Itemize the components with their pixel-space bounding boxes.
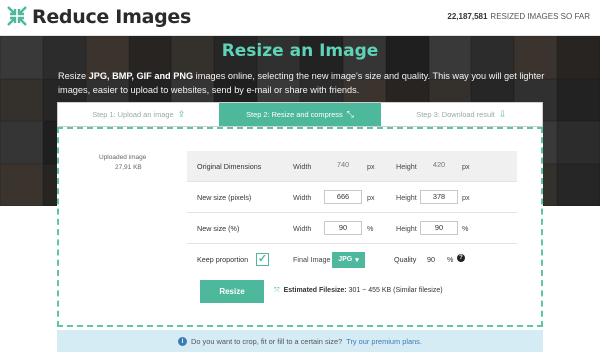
pixels-width-input[interactable]: 666 bbox=[324, 190, 362, 204]
options-row: Keep proportion ✓ Final Image JPG ▾ Quali… bbox=[187, 244, 517, 275]
original-dimensions-label: Original Dimensions bbox=[197, 161, 262, 171]
pixels-height-unit: px bbox=[462, 192, 470, 202]
original-width-value: 740 bbox=[336, 160, 350, 169]
original-width-label: Width bbox=[293, 161, 312, 171]
step-resize[interactable]: Step 2: Resize and compress ⤡ bbox=[219, 103, 381, 126]
counter-label: RESIZED IMAGES SO FAR bbox=[490, 12, 590, 21]
logo-compress-icon[interactable] bbox=[6, 5, 28, 27]
desc-formats: JPG, BMP, GIF and PNG bbox=[88, 71, 194, 81]
quality-unit: % bbox=[447, 255, 454, 264]
percent-width-input[interactable]: 90 bbox=[324, 221, 362, 235]
quality-input[interactable]: 90 bbox=[427, 255, 435, 264]
steps-nav: Step 1: Upload an image ⇪ Step 2: Resize… bbox=[57, 102, 543, 127]
download-icon: ⇩ bbox=[498, 109, 507, 119]
original-height-value: 420 bbox=[432, 160, 446, 169]
premium-plans-link[interactable]: Try our premium plans. bbox=[346, 337, 422, 346]
info-icon: i bbox=[178, 336, 188, 346]
estimated-filesize-value: 301 ~ 455 KB (Similar filesize) bbox=[346, 287, 443, 294]
percent-row: New size (%) Width 90 % Height 90 % bbox=[187, 213, 517, 244]
format-select[interactable]: JPG ▾ bbox=[332, 251, 365, 268]
expand-icon: ⤧ bbox=[274, 287, 280, 294]
percent-width-unit: % bbox=[367, 223, 374, 233]
uploaded-image-size: 27,91 KB bbox=[115, 164, 142, 171]
step-upload[interactable]: Step 1: Upload an image ⇪ bbox=[58, 103, 219, 126]
step-resize-label: Step 2: Resize and compress bbox=[246, 110, 343, 119]
keep-proportion-label: Keep proportion bbox=[197, 255, 249, 264]
step-upload-label: Step 1: Upload an image bbox=[92, 110, 174, 119]
original-width-unit: px bbox=[367, 161, 375, 171]
original-dimensions-row: Original Dimensions Width 740 px Height … bbox=[187, 151, 517, 182]
promo-text: Do you want to crop, fit or fill to a ce… bbox=[191, 336, 343, 346]
percent-height-unit: % bbox=[462, 223, 469, 233]
compress-icon: ⤡ bbox=[346, 109, 354, 119]
pixels-row: New size (pixels) Width 666 px Height 37… bbox=[187, 182, 517, 213]
quality-info-icon[interactable]: ? bbox=[457, 254, 465, 262]
percent-width-label: Width bbox=[293, 223, 312, 233]
pixels-label: New size (pixels) bbox=[197, 192, 252, 202]
counter-value: 22,187,581 bbox=[447, 12, 488, 21]
resize-panel: Uploaded image 27,91 KB Original Dimensi… bbox=[57, 127, 543, 327]
final-image-label: Final Image bbox=[293, 255, 331, 264]
keep-proportion-checkbox[interactable]: ✓ bbox=[256, 253, 269, 266]
uploaded-image-label: Uploaded image bbox=[99, 154, 147, 161]
percent-height-label: Height bbox=[396, 223, 417, 233]
original-height-label: Height bbox=[396, 161, 417, 171]
top-bar: Reduce Images 22,187,581 RESIZED IMAGES S… bbox=[0, 0, 600, 36]
resize-button[interactable]: Resize bbox=[200, 280, 264, 303]
pixels-width-label: Width bbox=[293, 192, 312, 202]
chevron-down-icon: ▾ bbox=[355, 256, 359, 264]
percent-label: New size (%) bbox=[197, 223, 240, 233]
logo-text[interactable]: Reduce Images bbox=[32, 6, 191, 28]
percent-height-input[interactable]: 90 bbox=[420, 221, 458, 235]
pixels-width-unit: px bbox=[367, 192, 375, 202]
upload-icon: ⇪ bbox=[177, 109, 186, 119]
dimensions-form: Original Dimensions Width 740 px Height … bbox=[187, 151, 517, 275]
estimated-filesize: ⤧ Estimated Filesize: 301 ~ 455 KB (Simil… bbox=[274, 287, 443, 295]
resize-counter: 22,187,581 RESIZED IMAGES SO FAR bbox=[447, 12, 590, 21]
estimated-filesize-label: Estimated Filesize: bbox=[283, 287, 347, 294]
format-value: JPG bbox=[338, 256, 353, 263]
pixels-height-input[interactable]: 378 bbox=[420, 190, 458, 204]
quality-label: Quality bbox=[394, 255, 417, 264]
page-title: Resize an Image bbox=[221, 41, 379, 61]
desc-prefix: Resize bbox=[58, 71, 89, 81]
step-download[interactable]: Step 3: Download result ⇩ bbox=[381, 103, 542, 126]
original-height-unit: px bbox=[462, 161, 470, 171]
promo-bar: i Do you want to crop, fit or fill to a … bbox=[57, 330, 543, 352]
pixels-height-label: Height bbox=[396, 192, 417, 202]
hero-description: Resize JPG, BMP, GIF and PNG images onli… bbox=[58, 69, 558, 97]
step-download-label: Step 3: Download result bbox=[416, 110, 495, 119]
